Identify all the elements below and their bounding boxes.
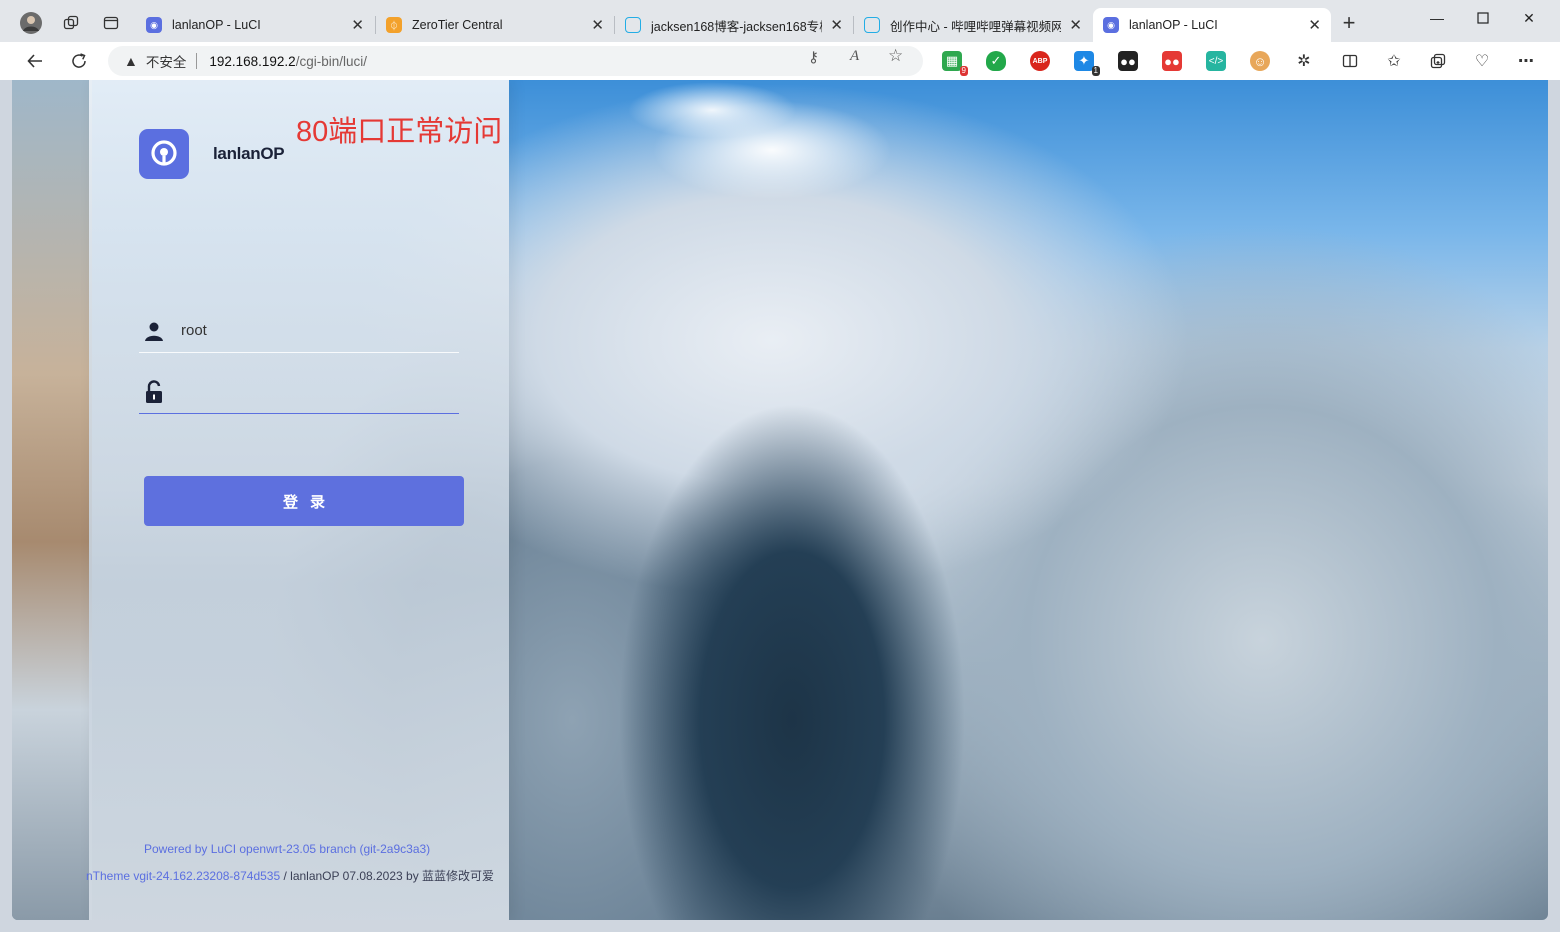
tab-title: lanlanOP - LuCI [172, 18, 261, 32]
url-path: /cgi-bin/luci/ [295, 53, 367, 69]
avatar-icon [20, 12, 42, 34]
luci-icon: ◉ [1103, 17, 1119, 33]
read-aloud-icon[interactable]: A [850, 48, 859, 65]
zerotier-icon: ⏀ [386, 17, 402, 33]
browser-essentials-icon[interactable]: ♡ [1472, 51, 1492, 71]
workspaces-icon[interactable] [56, 8, 86, 38]
favorite-star-icon[interactable]: ☆ [888, 46, 903, 66]
close-icon[interactable]: ✕ [591, 16, 604, 34]
luci-icon: ◉ [146, 17, 162, 33]
extension-badge: 9 [959, 66, 968, 76]
powered-by-link[interactable]: Powered by LuCI openwrt-23.05 branch (gi… [144, 842, 430, 856]
arrow-left-icon [27, 54, 42, 68]
key-icon[interactable]: ⚷ [808, 48, 819, 66]
brand-name: lanlanOP [213, 144, 285, 163]
url-bar[interactable]: ▲ 不安全 192.168.192.2/cgi-bin/luci/ [108, 46, 923, 76]
password-field [139, 370, 459, 414]
adblock-label: ABP [1032, 57, 1048, 65]
page-viewport: lanlanOP 80端口正常访问 登录 Powered by LuCI ope… [12, 80, 1548, 920]
profile-avatar[interactable] [16, 8, 46, 38]
background-left-strip [12, 80, 92, 920]
username-field [139, 309, 459, 353]
tab-zerotier[interactable]: ⏀ ZeroTier Central ✕ [376, 8, 614, 42]
maximize-button[interactable] [1460, 4, 1506, 32]
url-divider [196, 53, 198, 69]
new-tab-button[interactable]: + [1334, 8, 1364, 38]
tab-title: 创作中心 - 哔哩哔哩弹幕视频网 [890, 19, 1062, 34]
close-icon[interactable]: ✕ [1069, 16, 1082, 34]
face-icon[interactable]: ☺ [1250, 51, 1270, 71]
adblock-icon[interactable]: ABP [1030, 51, 1050, 71]
tab-bilibili-creator[interactable]: 创作中心 - 哔哩哔哩弹幕视频网 ✕ [854, 8, 1092, 42]
theme-footer: nTheme vgit-24.162.23208-874d535 / lanla… [86, 867, 509, 884]
lock-icon [139, 377, 169, 407]
theme-link[interactable]: nTheme vgit-24.162.23208-874d535 [86, 869, 280, 883]
bird-extension-icon[interactable]: ✦ 1 [1074, 51, 1100, 76]
user-icon [139, 316, 169, 346]
tab-title: lanlanOP - LuCI [1129, 18, 1218, 32]
username-input[interactable] [181, 315, 459, 346]
extensions-puzzle-icon[interactable]: ✲ [1294, 51, 1314, 71]
reload-button[interactable] [64, 47, 94, 75]
shield-icon[interactable]: ✓ [986, 51, 1006, 71]
tab-jacksen-blog[interactable]: jacksen168博客-jacksen168专栏 ✕ [615, 8, 853, 42]
extension-grid-icon[interactable]: ▦ 9 [942, 51, 968, 76]
back-button[interactable] [20, 47, 50, 75]
annotation-text: 80端口正常访问 [296, 116, 503, 148]
tampermonkey-icon[interactable]: ●● [1162, 51, 1182, 71]
footer-version-text: / lanlanOP 07.08.2023 by 蓝蓝修改可爱 [280, 869, 495, 883]
warning-icon[interactable]: ▲ [124, 53, 138, 69]
tab-title: jacksen168博客-jacksen168专栏 [651, 19, 823, 34]
bilibili-icon [625, 17, 641, 33]
collections-icon[interactable] [1428, 51, 1448, 71]
code-icon[interactable]: </> [1206, 51, 1226, 71]
close-icon[interactable]: ✕ [830, 16, 843, 34]
plus-icon: + [1342, 10, 1356, 35]
url-host: 192.168.192.2 [209, 53, 296, 69]
close-icon: ✕ [1523, 9, 1535, 26]
tab-lanlanop-active[interactable]: ◉ lanlanOP - LuCI ✕ [1093, 8, 1331, 42]
maximize-icon [1477, 12, 1489, 24]
logo-icon [151, 140, 177, 166]
tab-actions-icon[interactable] [96, 8, 126, 38]
lanlanop-logo [139, 129, 189, 179]
extension-badge: 1 [1091, 66, 1100, 76]
tab-strip: ◉ lanlanOP - LuCI ✕ ⏀ ZeroTier Central ✕… [0, 0, 1560, 42]
split-screen-icon[interactable] [1340, 51, 1360, 71]
login-button[interactable]: 登录 [144, 476, 464, 526]
close-icon[interactable]: ✕ [351, 16, 364, 34]
security-label[interactable]: 不安全 [146, 51, 187, 71]
close-window-button[interactable]: ✕ [1506, 4, 1552, 32]
tab-title: ZeroTier Central [412, 18, 503, 32]
dual-dot-icon[interactable]: ●● [1118, 51, 1138, 71]
more-menu-icon[interactable]: ⋯ [1516, 51, 1536, 71]
minimize-icon: — [1430, 10, 1444, 26]
tab-lanlanop-1[interactable]: ◉ lanlanOP - LuCI ✕ [136, 8, 374, 42]
login-panel: lanlanOP 80端口正常访问 登录 Powered by LuCI ope… [86, 80, 509, 920]
bilibili-icon [864, 17, 880, 33]
close-icon[interactable]: ✕ [1308, 16, 1321, 34]
reload-icon [72, 53, 86, 68]
favorites-icon[interactable]: ✩ [1384, 51, 1404, 71]
password-input[interactable] [181, 376, 459, 407]
address-bar: ▲ 不安全 192.168.192.2/cgi-bin/luci/ ⚷ A ☆ … [0, 42, 1560, 80]
minimize-button[interactable]: — [1414, 4, 1460, 32]
